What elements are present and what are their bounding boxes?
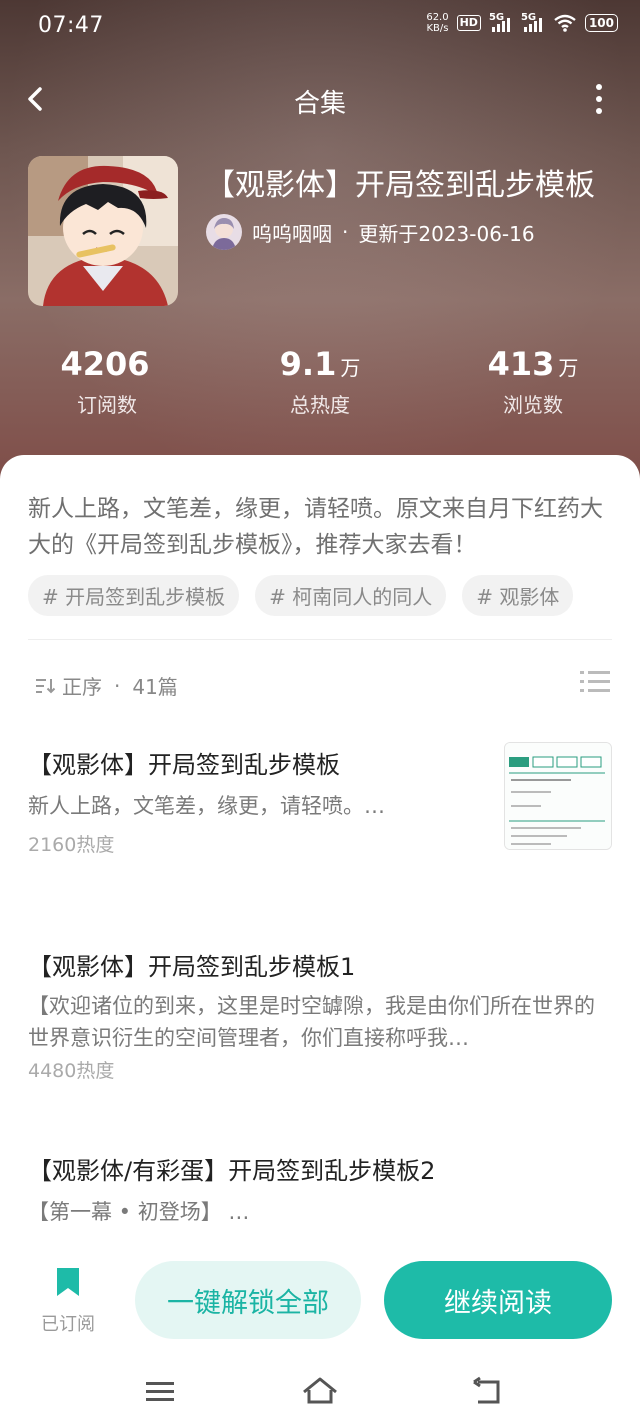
chapter-heat: 4480热度 xyxy=(28,1060,115,1082)
chapter-item[interactable]: 【观影体】开局签到乱步模板 新人上路，文笔差，缘更，请轻喷。… 2160热度 xyxy=(28,742,612,857)
chapter-excerpt: 新人上路，文笔差，缘更，请轻喷。… xyxy=(28,794,385,818)
sort-icon xyxy=(36,678,56,693)
signal-icon: 5G xyxy=(488,12,513,32)
meta-separator: · xyxy=(342,220,349,244)
chapter-thumbnail-image xyxy=(505,743,611,849)
home-icon xyxy=(303,1377,337,1404)
recent-apps-button[interactable] xyxy=(140,1374,180,1408)
back-nav-button[interactable] xyxy=(468,1374,508,1408)
stat-label: 订阅数 xyxy=(77,393,137,417)
unlock-all-button[interactable]: 一键解锁全部 xyxy=(135,1261,361,1339)
chapter-excerpt: 【第一幕 • 初登场】 … xyxy=(28,1200,250,1224)
subscribed-label: 已订阅 xyxy=(41,1314,95,1335)
network-speed-value: 62.0 xyxy=(426,12,449,23)
system-nav-bar xyxy=(0,1366,640,1416)
stat-heat: 9.1 万 总热度 xyxy=(220,345,420,418)
stat-value: 4206 xyxy=(60,345,150,383)
chapter-title: 【观影体】开局签到乱步模板1 xyxy=(28,953,356,981)
sort-toggle[interactable]: 正序 · 41篇 xyxy=(34,671,178,700)
chapter-item[interactable]: 【观影体】开局签到乱步模板1 【欢迎诸位的到来，这里是时空罅隙，我是由你们所在世… xyxy=(28,947,612,1083)
more-icon-dot xyxy=(596,84,602,90)
sort-separator: · xyxy=(114,673,121,698)
tag-chip[interactable]: # 开局签到乱步模板 xyxy=(28,575,240,616)
network-speed: 62.0 KB/s xyxy=(426,12,448,34)
stat-value: 413 xyxy=(487,345,555,383)
stat-views: 413 万 浏览数 xyxy=(433,345,633,418)
catalog-list-icon[interactable] xyxy=(580,669,610,695)
stat-label: 浏览数 xyxy=(503,393,563,417)
author-name[interactable]: 呜呜咽咽 xyxy=(252,218,332,247)
nav-bar: 合集 xyxy=(0,75,640,125)
more-button[interactable] xyxy=(584,79,614,119)
chapter-thumbnail xyxy=(504,742,612,850)
status-time: 07:47 xyxy=(38,13,104,38)
return-icon xyxy=(473,1376,500,1404)
battery-icon: 100 xyxy=(584,14,618,32)
continue-reading-button[interactable]: 继续阅读 xyxy=(384,1261,612,1339)
home-button[interactable] xyxy=(300,1374,340,1408)
book-cover[interactable] xyxy=(28,156,178,306)
stat-unit: 万 xyxy=(340,356,361,380)
signal-label-2: 5G xyxy=(520,12,537,23)
update-date: 更新于2023-06-16 xyxy=(358,221,535,246)
wifi-icon xyxy=(554,14,576,32)
status-icons: 62.0 KB/s HD 5G 5G 100 xyxy=(426,12,618,34)
subscribed-button[interactable]: 已订阅 xyxy=(30,1266,106,1336)
divider xyxy=(28,639,612,640)
tag-list: # 开局签到乱步模板 # 柯南同人的同人 # 观影体 xyxy=(28,575,574,616)
hd-icon: HD xyxy=(456,15,481,31)
collection-title: 【观影体】开局签到乱步模板 xyxy=(205,168,595,203)
chapter-title: 【观影体/有彩蛋】开局签到乱步模板2 xyxy=(28,1157,436,1185)
menu-icon xyxy=(146,1382,174,1401)
stat-label: 总热度 xyxy=(290,393,350,417)
bookmark-icon xyxy=(57,1268,79,1296)
tag-chip[interactable]: # 观影体 xyxy=(462,575,574,616)
stat-subscribers: 4206 订阅数 xyxy=(7,345,207,418)
page-title: 合集 xyxy=(293,89,346,119)
bottom-action-bar: 已订阅 一键解锁全部 继续阅读 xyxy=(0,1246,640,1428)
author-avatar-image xyxy=(206,214,242,250)
anime-cover-image xyxy=(28,156,178,306)
author-row: 呜呜咽咽 · 更新于2023-06-16 xyxy=(206,214,535,250)
status-bar: 07:47 62.0 KB/s HD 5G 5G 100 xyxy=(0,0,640,52)
stats-row: 4206 订阅数 9.1 万 总热度 413 万 浏览数 xyxy=(0,345,640,425)
more-icon-dot xyxy=(596,108,602,114)
collection-description: 新人上路，文笔差，缘更，请轻喷。原文来自月下红药大大的《开局签到乱步模板》，推荐… xyxy=(28,496,603,558)
chapter-count: 41篇 xyxy=(132,675,178,699)
signal-label: 5G xyxy=(488,12,505,23)
more-icon-dot xyxy=(596,96,602,102)
network-speed-unit: KB/s xyxy=(426,23,449,34)
sort-label: 正序 xyxy=(62,675,102,699)
stat-unit: 万 xyxy=(558,356,579,380)
tag-chip[interactable]: # 柯南同人的同人 xyxy=(255,575,447,616)
signal-icon-2: 5G xyxy=(520,12,545,32)
chapter-excerpt: 【欢迎诸位的到来，这里是时空罅隙，我是由你们所在世界的世界意识衍生的空间管理者，… xyxy=(28,994,595,1050)
stat-value: 9.1 xyxy=(279,345,337,383)
chapter-item[interactable]: 【观影体/有彩蛋】开局签到乱步模板2 【第一幕 • 初登场】 … xyxy=(28,1151,612,1236)
author-avatar[interactable] xyxy=(206,214,242,250)
